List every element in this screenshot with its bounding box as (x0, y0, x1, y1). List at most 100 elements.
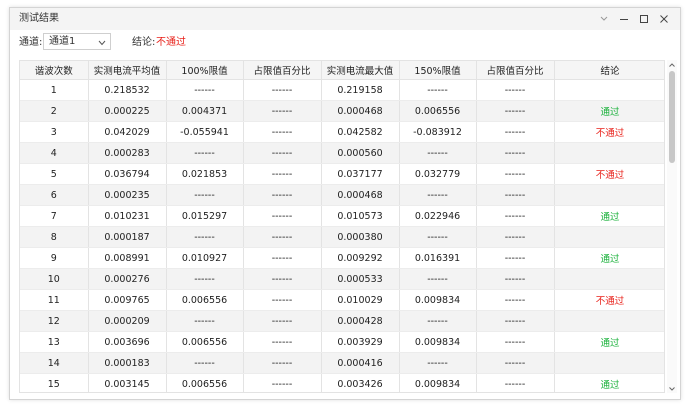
table-cell: ------ (476, 331, 555, 353)
table-row[interactable]: 6 0.000235 ------ ------ 0.000468 ------ -----… (20, 184, 664, 206)
table-cell: 0.000225 (88, 100, 167, 122)
table-cell: ------ (166, 142, 244, 164)
table-cell: ------ (476, 121, 555, 143)
channel-select-value: 通道1 (49, 36, 76, 47)
scroll-up-icon[interactable] (667, 60, 677, 69)
table-cell: 通过 (554, 373, 664, 392)
title-bar: 测试结果 (10, 8, 680, 30)
table-row[interactable]: 10 0.000276 ------ ------ 0.000533 ------ ----… (20, 268, 664, 290)
table-row[interactable]: 11 0.009765 0.006556 ------ 0.010029 0.009834… (20, 289, 664, 311)
scroll-down-icon[interactable] (667, 384, 677, 393)
table-cell: 0.000380 (321, 226, 400, 248)
table-cell: ------ (399, 184, 477, 206)
column-header[interactable]: 150%限值 (399, 61, 477, 80)
table-cell: ------ (243, 331, 322, 353)
table-cell: ------ (243, 310, 322, 332)
table-cell: ------ (476, 142, 555, 164)
pin-icon[interactable] (594, 11, 614, 27)
table-cell: 不通过 (554, 289, 664, 311)
table-row[interactable]: 5 0.036794 0.021853 ------ 0.037177 0.032779-… (20, 163, 664, 185)
channel-select[interactable]: 通道1 (43, 33, 111, 50)
table-cell: ------ (243, 373, 322, 392)
table-cell: 0.006556 (166, 289, 244, 311)
table-cell: 5 (20, 163, 89, 185)
table-cell: 0.003696 (88, 331, 167, 353)
table-row[interactable]: 8 0.000187 ------ ------ 0.000380 ------ -----… (20, 226, 664, 248)
table-cell: 0.010231 (88, 205, 167, 227)
table-cell: 0.010573 (321, 205, 400, 227)
table-row[interactable]: 3 0.042029 -0.055941 ------ 0.042582 -0.08391… (20, 121, 664, 143)
table-cell (554, 142, 664, 164)
table-cell: ------ (476, 289, 555, 311)
table-row[interactable]: 12 0.000209 ------ ------ 0.000428 ------ ----… (20, 310, 664, 332)
scrollbar-thumb[interactable] (669, 71, 675, 163)
column-header[interactable]: 占限值百分比 (243, 61, 322, 80)
table-cell: 12 (20, 310, 89, 332)
table-cell: ------ (243, 79, 322, 101)
table-cell: ------ (476, 205, 555, 227)
table-cell: 通过 (554, 247, 664, 269)
table-row[interactable]: 13 0.003696 0.006556 ------ 0.003929 0.009834… (20, 331, 664, 353)
table-cell: ------ (476, 184, 555, 206)
table-cell: 0.021853 (166, 163, 244, 185)
table-cell: ------ (476, 100, 555, 122)
table-cell: 0.006556 (166, 331, 244, 353)
table-cell: ------ (476, 310, 555, 332)
table-cell: 0.003929 (321, 331, 400, 353)
table-cell: ------ (243, 184, 322, 206)
table-cell: ------ (476, 373, 555, 392)
table-cell: 0.000187 (88, 226, 167, 248)
column-header[interactable]: 100%限值 (166, 61, 244, 80)
table-cell: ------ (243, 289, 322, 311)
table-cell: 0.009834 (399, 331, 477, 353)
table-cell: 0.000428 (321, 310, 400, 332)
toolbar: 通道: 通道1 结论: 不通过 (10, 30, 680, 56)
maximize-icon[interactable] (634, 11, 654, 27)
table-cell: ------ (399, 79, 477, 101)
table-cell: ------ (243, 100, 322, 122)
column-header[interactable]: 实测电流最大值 (321, 61, 400, 80)
table-cell: 0.004371 (166, 100, 244, 122)
table-row[interactable]: 9 0.008991 0.010927 ------ 0.009292 0.016391-… (20, 247, 664, 269)
column-header[interactable]: 谐波次数 (20, 61, 89, 80)
table-cell: ------ (243, 142, 322, 164)
table-cell: 0.003145 (88, 373, 167, 392)
table-cell: 13 (20, 331, 89, 353)
table-cell: 0.009765 (88, 289, 167, 311)
table-header-row: 谐波次数 实测电流平均值 100%限值 占限值百分比 实测电流最大值 150%限值 占限值百… (20, 61, 664, 80)
minimize-icon[interactable] (614, 11, 634, 27)
table-cell: ------ (166, 310, 244, 332)
table-cell: 0.010029 (321, 289, 400, 311)
table-cell: 14 (20, 352, 89, 374)
table-row[interactable]: 15 0.003145 0.006556 ------ 0.003426 0.009834… (20, 373, 664, 392)
table-cell: ------ (243, 247, 322, 269)
column-header[interactable]: 占限值百分比 (476, 61, 555, 80)
table-row[interactable]: 4 0.000283 ------ ------ 0.000560 ------ -----… (20, 142, 664, 164)
table-cell: 2 (20, 100, 89, 122)
table-cell: ------ (243, 205, 322, 227)
table-cell: 通过 (554, 331, 664, 353)
table-cell: ------ (243, 163, 322, 185)
table-cell: ------ (476, 247, 555, 269)
table-cell (554, 268, 664, 290)
vertical-scrollbar[interactable] (667, 60, 677, 393)
table-cell: 11 (20, 289, 89, 311)
table-row[interactable]: 2 0.000225 0.004371 ------ 0.000468 0.006556-… (20, 100, 664, 122)
table-cell: ------ (166, 226, 244, 248)
table-row[interactable]: 14 0.000183 ------ ------ 0.000416 ------ ----… (20, 352, 664, 374)
table-cell: 0.009834 (399, 289, 477, 311)
table-cell: ------ (476, 226, 555, 248)
verdict-value: 不通过 (156, 37, 186, 48)
column-header[interactable]: 结论 (554, 61, 664, 80)
table-cell: ------ (399, 310, 477, 332)
table-cell: 0.008991 (88, 247, 167, 269)
table-row[interactable]: 7 0.010231 0.015297 ------ 0.010573 0.022946-… (20, 205, 664, 227)
window-title: 测试结果 (19, 13, 59, 24)
column-header[interactable]: 实测电流平均值 (88, 61, 167, 80)
table-cell: 0.000416 (321, 352, 400, 374)
table-cell: 0.036794 (88, 163, 167, 185)
table-cell: 0.016391 (399, 247, 477, 269)
test-result-window: 测试结果 通道: 通道1 结论: 不通过 谐波次数 实测电流平均值 100%限值… (9, 7, 681, 400)
table-row[interactable]: 1 0.218532 ------ ------ 0.219158 ------ -----… (20, 79, 664, 101)
close-icon[interactable] (654, 11, 674, 27)
